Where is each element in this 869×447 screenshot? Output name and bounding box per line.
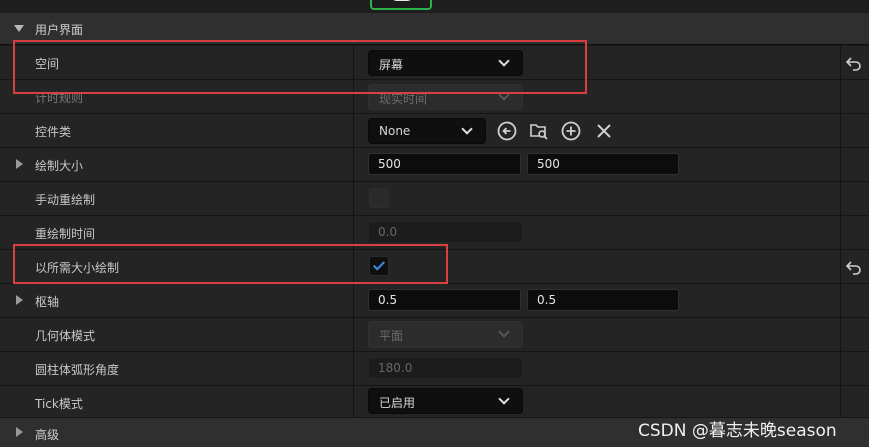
- plus-circle-icon[interactable]: [560, 120, 582, 142]
- cylinder-arc-angle-label: 圆柱体弧形角度: [35, 363, 120, 377]
- draw-size-x-value: 500: [378, 157, 401, 171]
- row-manual-redraw: 手动重绘制: [0, 182, 869, 216]
- expand-caret-icon[interactable]: [16, 427, 23, 437]
- pivot-x-value: 0.5: [378, 293, 398, 307]
- chevron-down-icon: [498, 55, 510, 67]
- column-divider-right: [840, 148, 841, 181]
- tick-mode-value: 已启用: [379, 396, 416, 410]
- pivot-label: 枢轴: [35, 295, 60, 309]
- chevron-down-icon: [461, 123, 473, 135]
- geometry-mode-value: 平面: [379, 329, 404, 343]
- thumbnail-image: [390, 0, 414, 1]
- space-dropdown[interactable]: 屏幕: [368, 50, 523, 76]
- collapse-caret-icon[interactable]: [14, 25, 24, 32]
- draw-size-y-value: 500: [537, 157, 560, 171]
- checkmark-icon: [372, 258, 386, 271]
- column-divider-right: [840, 284, 841, 317]
- expand-caret-icon[interactable]: [16, 295, 23, 305]
- column-divider: [353, 182, 354, 215]
- column-divider-right: [840, 80, 841, 113]
- tick-mode-dropdown[interactable]: 已启用: [368, 388, 523, 414]
- advanced-title: 高级: [35, 428, 60, 442]
- redraw-time-label: 重绘制时间: [35, 227, 96, 241]
- reset-to-default-icon[interactable]: [845, 55, 863, 71]
- previous-row-stub: [0, 0, 869, 13]
- row-draw-at-desired-size: 以所需大小绘制: [0, 250, 869, 284]
- arrow-left-circle-icon[interactable]: [496, 120, 518, 142]
- widget-class-label: 控件类: [35, 125, 72, 139]
- expand-caret-icon[interactable]: [16, 159, 23, 169]
- column-divider: [353, 114, 354, 147]
- draw-at-desired-size-checkbox[interactable]: [369, 256, 389, 276]
- column-divider: [353, 352, 354, 385]
- space-value: 屏幕: [379, 58, 404, 72]
- column-divider-right: [840, 46, 841, 79]
- row-tick-mode: Tick模式 已启用: [0, 386, 869, 418]
- draw-size-y-input[interactable]: 500: [527, 153, 679, 175]
- row-space: 空间 屏幕: [0, 46, 869, 80]
- cylinder-arc-angle-input: 180.0: [368, 357, 523, 379]
- chevron-down-icon: [498, 89, 510, 101]
- tick-mode-label: Tick模式: [35, 397, 83, 411]
- details-panel: 用户界面 空间 屏幕 计时规则 现实时间 控件类 None 绘制大小 500 5…: [0, 0, 869, 447]
- row-cylinder-arc-angle: 圆柱体弧形角度 180.0: [0, 352, 869, 386]
- column-divider[interactable]: [353, 46, 354, 79]
- chevron-down-icon: [498, 393, 510, 405]
- row-draw-size: 绘制大小 500 500: [0, 148, 869, 182]
- chevron-down-icon: [498, 326, 510, 338]
- timing-policy-value: 现实时间: [379, 92, 428, 106]
- redraw-time-input: 0.0: [368, 221, 523, 243]
- column-divider-right: [840, 182, 841, 215]
- row-geometry-mode: 几何体模式 平面: [0, 318, 869, 352]
- widget-class-dropdown[interactable]: None: [368, 118, 486, 144]
- timing-policy-dropdown: 现实时间: [368, 84, 523, 110]
- column-divider: [353, 216, 354, 249]
- column-divider-right: [840, 250, 841, 283]
- column-divider: [353, 386, 354, 417]
- column-divider-right: [840, 386, 841, 417]
- space-label: 空间: [35, 57, 60, 71]
- browse-folder-icon[interactable]: [528, 120, 550, 142]
- column-divider-right: [840, 318, 841, 351]
- column-divider-right: [840, 114, 841, 147]
- row-timing-policy: 计时规则 现实时间: [0, 80, 869, 114]
- row-pivot: 枢轴 0.5 0.5: [0, 284, 869, 318]
- x-icon[interactable]: [593, 120, 615, 142]
- column-divider-right: [840, 216, 841, 249]
- section-header-user-interface[interactable]: 用户界面: [0, 13, 869, 45]
- reset-to-default-icon[interactable]: [845, 259, 863, 275]
- column-divider-right: [840, 352, 841, 385]
- column-divider: [353, 148, 354, 181]
- widget-class-value: None: [379, 124, 411, 138]
- geometry-mode-dropdown: 平面: [368, 321, 523, 348]
- manual-redraw-checkbox[interactable]: [369, 188, 389, 208]
- pivot-y-input[interactable]: 0.5: [527, 289, 679, 311]
- cylinder-arc-angle-value: 180.0: [378, 361, 413, 375]
- column-divider: [353, 284, 354, 317]
- column-divider: [353, 250, 354, 283]
- draw-at-desired-size-label: 以所需大小绘制: [35, 261, 120, 275]
- pivot-x-input[interactable]: 0.5: [368, 289, 521, 311]
- row-widget-class: 控件类 None: [0, 114, 869, 148]
- draw-size-x-input[interactable]: 500: [368, 153, 521, 175]
- section-title: 用户界面: [35, 23, 84, 37]
- column-divider: [353, 80, 354, 113]
- asset-thumbnail[interactable]: [370, 0, 432, 10]
- row-redraw-time: 重绘制时间 0.0: [0, 216, 869, 250]
- column-divider: [353, 318, 354, 351]
- watermark: CSDN @暮志未晚season: [638, 421, 837, 441]
- manual-redraw-label: 手动重绘制: [35, 193, 96, 207]
- pivot-y-value: 0.5: [537, 293, 557, 307]
- redraw-time-value: 0.0: [378, 225, 398, 239]
- timing-policy-label: 计时规则: [35, 91, 84, 105]
- draw-size-label: 绘制大小: [35, 159, 84, 173]
- geometry-mode-label: 几何体模式: [35, 329, 96, 343]
